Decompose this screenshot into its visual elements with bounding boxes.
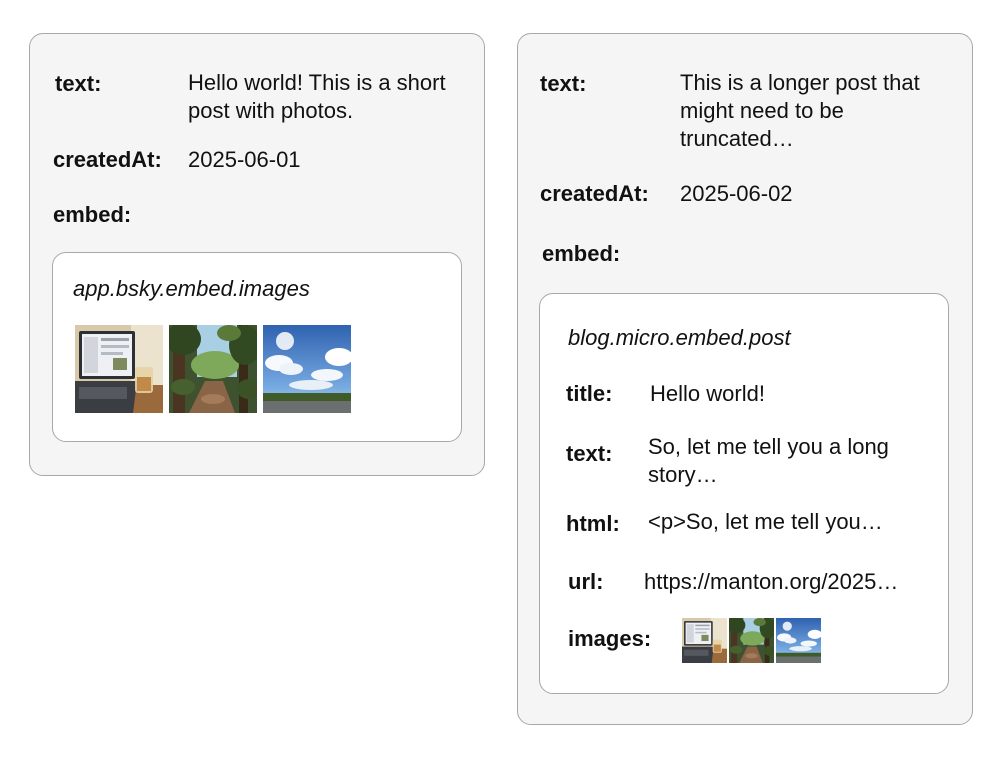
embed-images-label: images:	[568, 626, 652, 651]
created-at-label: createdAt:	[540, 181, 649, 206]
embed-url-label: url:	[568, 569, 604, 594]
embed-label: embed:	[542, 241, 621, 266]
post-card-left: text: Hello world! This is a short post …	[29, 33, 485, 476]
post-text: Hello world! This is a short post with p…	[188, 70, 446, 123]
image-thumbnails	[682, 618, 821, 663]
image-thumbnails	[75, 325, 351, 413]
embed-type: blog.micro.embed.post	[568, 325, 791, 350]
photo-thumbnail-sky[interactable]	[263, 325, 351, 413]
embed-images-box: app.bsky.embed.images	[52, 252, 462, 442]
embed-label: embed:	[53, 202, 132, 227]
embed-text-value: So, let me tell you a long story…	[648, 434, 889, 487]
post-card-right: text: This is a longer post that might n…	[517, 33, 973, 725]
photo-thumbnail-laptop[interactable]	[682, 618, 727, 663]
post-text: This is a longer post that might need to…	[680, 70, 920, 151]
embed-title-label: title:	[566, 381, 613, 406]
embed-url-value[interactable]: https://manton.org/2025…	[644, 568, 898, 596]
embed-post-box: blog.micro.embed.post title: Hello world…	[539, 293, 949, 694]
embed-type: app.bsky.embed.images	[73, 276, 310, 301]
photo-thumbnail-sky[interactable]	[776, 618, 821, 663]
embed-text-label: text:	[566, 441, 613, 466]
text-label: text:	[55, 71, 102, 96]
photo-thumbnail-forest[interactable]	[169, 325, 257, 413]
photo-thumbnail-laptop[interactable]	[75, 325, 163, 413]
embed-html-value: <p>So, let me tell you…	[648, 509, 883, 534]
created-at-value: 2025-06-01	[188, 147, 301, 172]
photo-thumbnail-forest[interactable]	[729, 618, 774, 663]
text-label: text:	[540, 71, 587, 96]
embed-html-label: html:	[566, 511, 620, 536]
embed-title-value: Hello world!	[650, 381, 765, 406]
created-at-value: 2025-06-02	[680, 181, 793, 206]
created-at-label: createdAt:	[53, 147, 162, 172]
